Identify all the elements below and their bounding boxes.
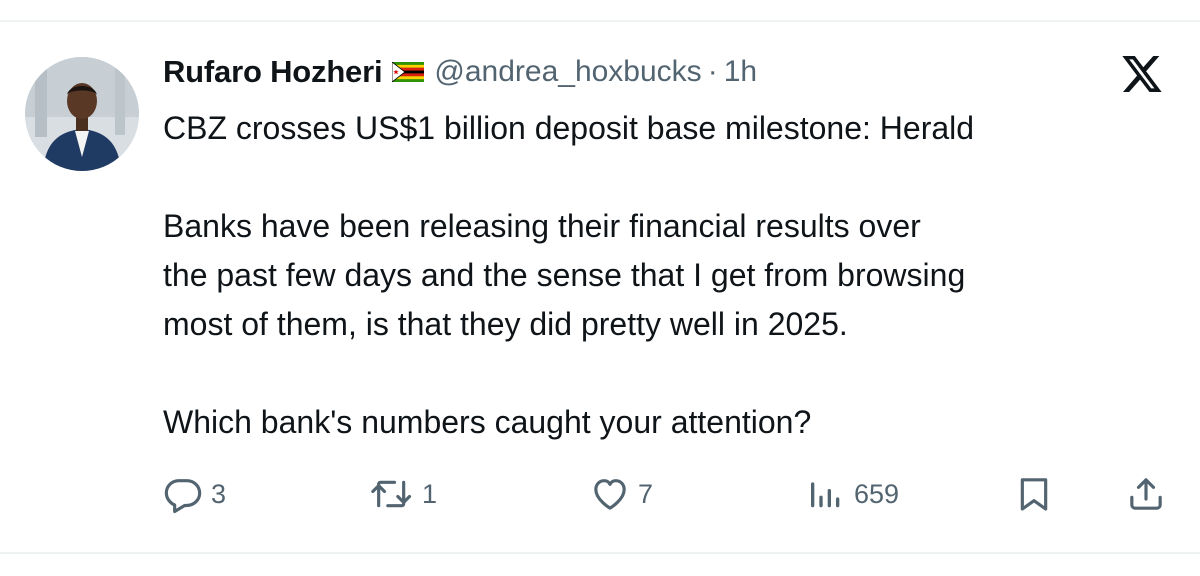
- avatar[interactable]: [25, 57, 139, 171]
- repost-button[interactable]: 1: [370, 470, 437, 518]
- like-button[interactable]: 7: [590, 470, 653, 518]
- top-divider: [0, 20, 1200, 22]
- separator-dot: ·: [707, 55, 718, 88]
- author-handle[interactable]: @andrea_hoxbucks: [434, 55, 701, 89]
- tweet-header: Rufaro Hozheri @andrea_hoxbucks · 1h: [163, 52, 757, 92]
- reply-icon: [164, 479, 202, 514]
- zimbabwe-flag-icon: [392, 62, 425, 82]
- tweet-text-line: CBZ crosses US$1 billion deposit base mi…: [163, 110, 975, 146]
- action-bar: 3 1 7 659: [0, 470, 1200, 518]
- tweet-text-line: most of them, is that they did pretty we…: [163, 306, 848, 342]
- bottom-divider: [0, 552, 1200, 554]
- repost-count: 1: [422, 478, 438, 509]
- share-button[interactable]: [1126, 470, 1166, 518]
- like-count: 7: [638, 478, 654, 509]
- tweet-text-line: the past few days and the sense that I g…: [163, 257, 966, 293]
- tweet-text-line: Banks have been releasing their financia…: [163, 208, 921, 244]
- reply-button[interactable]: 3: [163, 470, 226, 518]
- author-display-name[interactable]: Rufaro Hozheri: [163, 54, 383, 90]
- tweet-text-line: Which bank's numbers caught your attenti…: [163, 404, 812, 440]
- heart-icon: [594, 479, 626, 510]
- tweet-text: CBZ crosses US$1 billion deposit base mi…: [163, 104, 1193, 447]
- repost-icon: [371, 480, 412, 508]
- views-count: 659: [854, 478, 900, 509]
- reply-count: 3: [211, 478, 227, 509]
- views-button[interactable]: 659: [806, 470, 899, 518]
- share-icon: [1130, 478, 1162, 510]
- views-icon: [811, 482, 840, 508]
- avatar-image: [25, 57, 139, 171]
- bookmark-icon: [1020, 478, 1048, 511]
- x-logo-icon: [1122, 56, 1162, 92]
- timestamp[interactable]: 1h: [724, 55, 757, 89]
- bookmark-button[interactable]: [1016, 470, 1052, 518]
